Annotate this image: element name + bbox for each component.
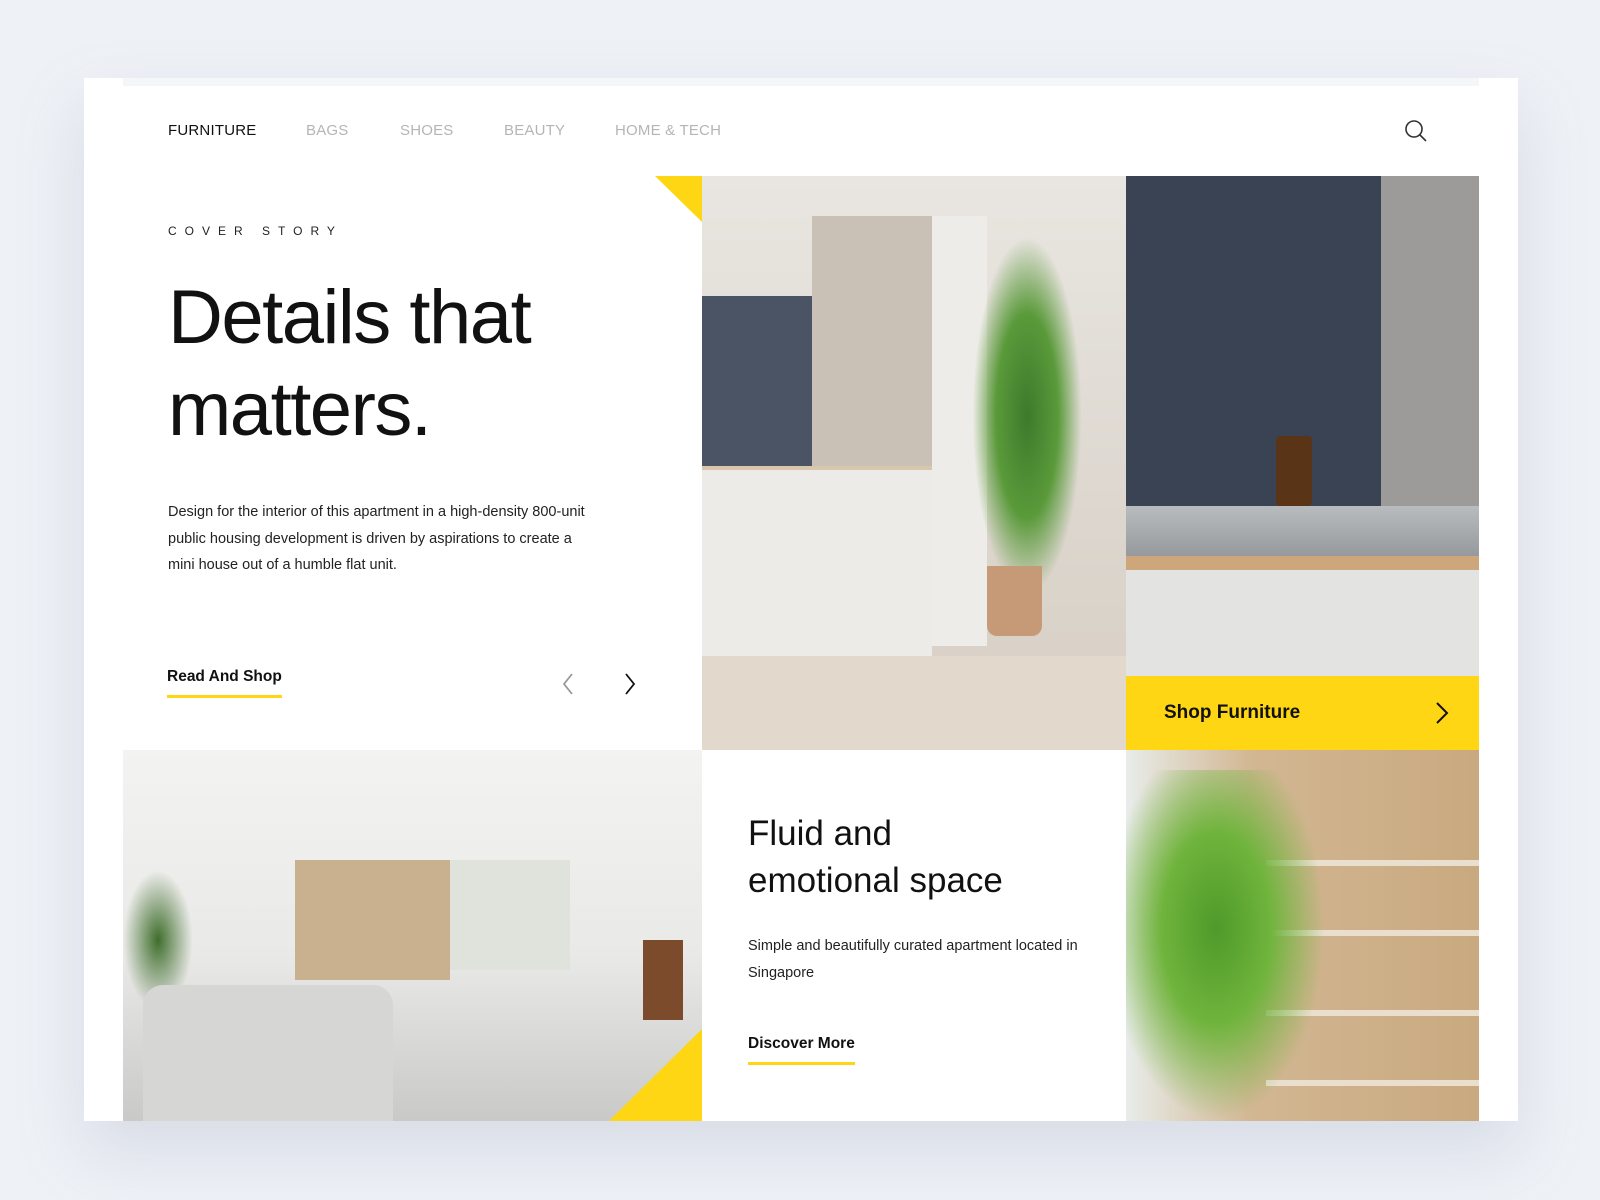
read-and-shop-link[interactable]: Read And Shop (167, 668, 282, 698)
chevron-right-icon[interactable] (622, 672, 638, 696)
accent-triangle-bottom (609, 1029, 702, 1121)
shelf-plants-image (1126, 750, 1479, 1121)
hero-title: Details that matters. (168, 272, 668, 456)
nav-bags[interactable]: BAGS (306, 122, 348, 139)
feature-title-line1: Fluid and (748, 814, 892, 853)
nav-furniture[interactable]: FURNITURE (168, 122, 256, 139)
nav-home-tech[interactable]: HOME & TECH (615, 122, 721, 139)
shop-furniture-label: Shop Furniture (1164, 702, 1301, 723)
hero-title-line1: Details that (168, 275, 532, 360)
eyebrow: COVER STORY (168, 224, 343, 238)
top-band (123, 78, 1479, 86)
accent-triangle-top (655, 176, 702, 222)
feature-title: Fluid and emotional space (748, 810, 1088, 904)
kitchen-image (702, 176, 1126, 750)
chevron-right-icon (1436, 702, 1449, 724)
nav-beauty[interactable]: BEAUTY (504, 122, 565, 139)
feature-description: Simple and beautifully curated apartment… (748, 938, 1078, 981)
discover-more-link[interactable]: Discover More (748, 1035, 855, 1065)
search-icon[interactable] (1404, 119, 1428, 143)
nav-shoes[interactable]: SHOES (400, 122, 454, 139)
chevron-left-icon[interactable] (560, 672, 576, 696)
hero-title-line2: matters. (168, 367, 432, 452)
hero-description: Design for the interior of this apartmen… (168, 504, 585, 573)
shop-furniture-button[interactable]: Shop Furniture (1126, 676, 1479, 750)
feature-title-line2: emotional space (748, 861, 1003, 900)
sink-image (1126, 176, 1479, 676)
